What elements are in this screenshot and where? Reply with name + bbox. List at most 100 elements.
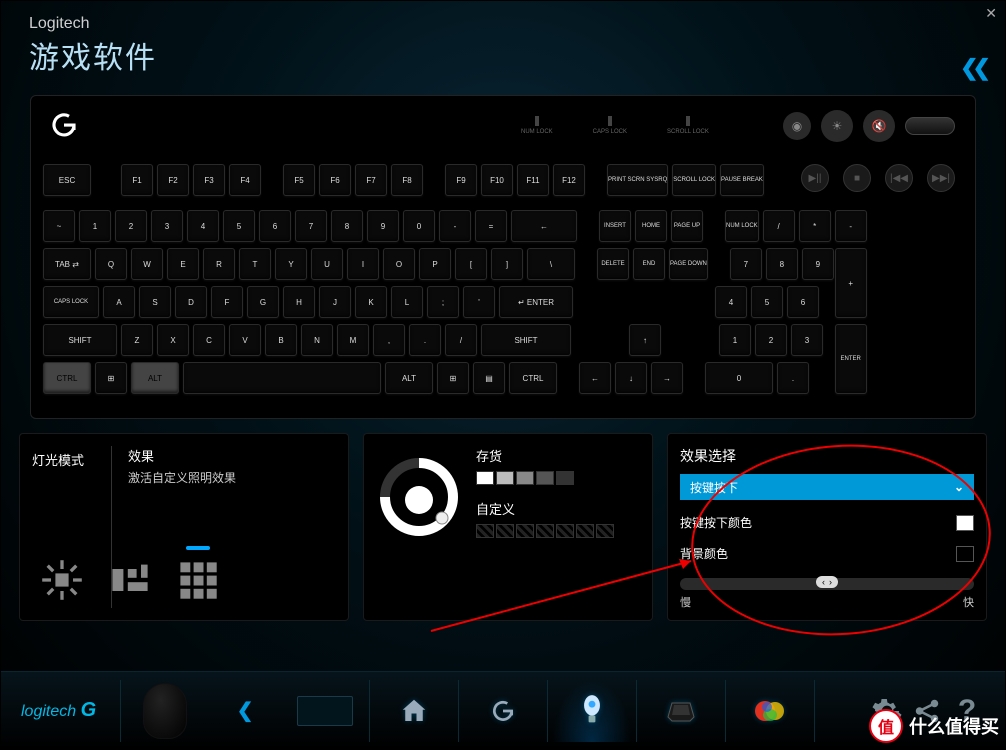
- key-enter[interactable]: ↵ ENTER: [499, 286, 573, 318]
- key[interactable]: DELETE: [597, 248, 629, 280]
- key[interactable]: V: [229, 324, 261, 356]
- key-shift[interactable]: SHIFT: [43, 324, 117, 356]
- key[interactable]: ,: [373, 324, 405, 356]
- key[interactable]: *: [799, 210, 831, 242]
- swatch-empty[interactable]: [596, 524, 614, 538]
- key-capslock[interactable]: CAPS LOCK: [43, 286, 99, 318]
- key[interactable]: 7: [730, 248, 762, 280]
- key[interactable]: 0: [403, 210, 435, 242]
- key-down[interactable]: ↓: [615, 362, 647, 394]
- key-tab[interactable]: TAB ⇄: [43, 248, 91, 280]
- key[interactable]: /: [445, 324, 477, 356]
- key-backspace[interactable]: ←: [511, 210, 577, 242]
- key[interactable]: 9: [367, 210, 399, 242]
- effect-dropdown[interactable]: 按键按下 ⌄: [680, 474, 974, 500]
- key[interactable]: -: [835, 210, 867, 242]
- key[interactable]: F7: [355, 164, 387, 196]
- keypress-color-swatch[interactable]: [956, 515, 974, 531]
- key[interactable]: F4: [229, 164, 261, 196]
- key[interactable]: R: [203, 248, 235, 280]
- collapse-chevron[interactable]: ❮❮: [960, 55, 985, 81]
- swatch-empty[interactable]: [476, 524, 494, 538]
- effects-mode-icon[interactable]: [174, 556, 222, 604]
- key[interactable]: 1: [79, 210, 111, 242]
- home-tab-icon[interactable]: [374, 680, 454, 742]
- key[interactable]: PRINT SCRN SYSRQ: [607, 164, 668, 196]
- next-track-icon[interactable]: ▶▶|: [927, 164, 955, 192]
- key[interactable]: END: [633, 248, 665, 280]
- heatmap-tab-icon[interactable]: [730, 680, 810, 742]
- key[interactable]: Y: [275, 248, 307, 280]
- key[interactable]: ]: [491, 248, 523, 280]
- key[interactable]: ': [463, 286, 495, 318]
- key[interactable]: F1: [121, 164, 153, 196]
- mute-icon[interactable]: 🔇: [863, 110, 895, 142]
- key-numpad-enter[interactable]: ENTER: [835, 324, 867, 394]
- key[interactable]: 1: [719, 324, 751, 356]
- mouse-device-icon[interactable]: [125, 680, 205, 742]
- key-alt[interactable]: ALT: [131, 362, 179, 394]
- key[interactable]: D: [175, 286, 207, 318]
- key[interactable]: NUM LOCK: [725, 210, 759, 242]
- key[interactable]: 2: [755, 324, 787, 356]
- key-ctrl[interactable]: CTRL: [509, 362, 557, 394]
- key[interactable]: ~: [43, 210, 75, 242]
- key[interactable]: B: [265, 324, 297, 356]
- brightness-icon[interactable]: ☀: [821, 110, 853, 142]
- key[interactable]: +: [835, 248, 867, 318]
- key[interactable]: F: [211, 286, 243, 318]
- swatch-empty[interactable]: [556, 524, 574, 538]
- close-button[interactable]: ✕: [985, 5, 997, 22]
- key[interactable]: L: [391, 286, 423, 318]
- gkeys-tab-icon[interactable]: [463, 680, 543, 742]
- key[interactable]: S: [139, 286, 171, 318]
- key[interactable]: .: [409, 324, 441, 356]
- swatch[interactable]: [556, 471, 574, 485]
- key-ctrl[interactable]: CTRL: [43, 362, 91, 394]
- key[interactable]: F3: [193, 164, 225, 196]
- key[interactable]: 8: [766, 248, 798, 280]
- key[interactable]: 4: [187, 210, 219, 242]
- swatch-empty[interactable]: [576, 524, 594, 538]
- prev-track-icon[interactable]: |◀◀: [885, 164, 913, 192]
- volume-roller[interactable]: [905, 117, 955, 135]
- key[interactable]: G: [247, 286, 279, 318]
- key[interactable]: O: [383, 248, 415, 280]
- key[interactable]: SCROLL LOCK: [672, 164, 716, 196]
- swatch-empty[interactable]: [516, 524, 534, 538]
- key-alt[interactable]: ALT: [385, 362, 433, 394]
- key[interactable]: F10: [481, 164, 513, 196]
- swatch[interactable]: [516, 471, 534, 485]
- swatch-empty[interactable]: [496, 524, 514, 538]
- key[interactable]: F8: [391, 164, 423, 196]
- key[interactable]: J: [319, 286, 351, 318]
- key[interactable]: \: [527, 248, 575, 280]
- key[interactable]: H: [283, 286, 315, 318]
- key[interactable]: ESC: [43, 164, 91, 196]
- key[interactable]: 5: [751, 286, 783, 318]
- key[interactable]: F2: [157, 164, 189, 196]
- key[interactable]: U: [311, 248, 343, 280]
- key[interactable]: N: [301, 324, 333, 356]
- slider-thumb[interactable]: ‹›: [816, 576, 838, 588]
- keyboard-device-icon[interactable]: [285, 680, 365, 742]
- prev-device-chevron[interactable]: ❮: [205, 680, 285, 742]
- lighting-tab-icon[interactable]: [552, 680, 632, 742]
- key[interactable]: F5: [283, 164, 315, 196]
- key[interactable]: Z: [121, 324, 153, 356]
- key[interactable]: PAGE DOWN: [669, 248, 708, 280]
- keycap-tab-icon[interactable]: [641, 680, 721, 742]
- freestyle-mode-icon[interactable]: [38, 556, 86, 604]
- key[interactable]: INSERT: [599, 210, 631, 242]
- key[interactable]: 3: [791, 324, 823, 356]
- key[interactable]: 5: [223, 210, 255, 242]
- key[interactable]: [: [455, 248, 487, 280]
- key[interactable]: M: [337, 324, 369, 356]
- key[interactable]: W: [131, 248, 163, 280]
- key[interactable]: PAGE UP: [671, 210, 703, 242]
- key[interactable]: HOME: [635, 210, 667, 242]
- key[interactable]: 7: [295, 210, 327, 242]
- zones-mode-icon[interactable]: [106, 556, 154, 604]
- key[interactable]: 3: [151, 210, 183, 242]
- key[interactable]: E: [167, 248, 199, 280]
